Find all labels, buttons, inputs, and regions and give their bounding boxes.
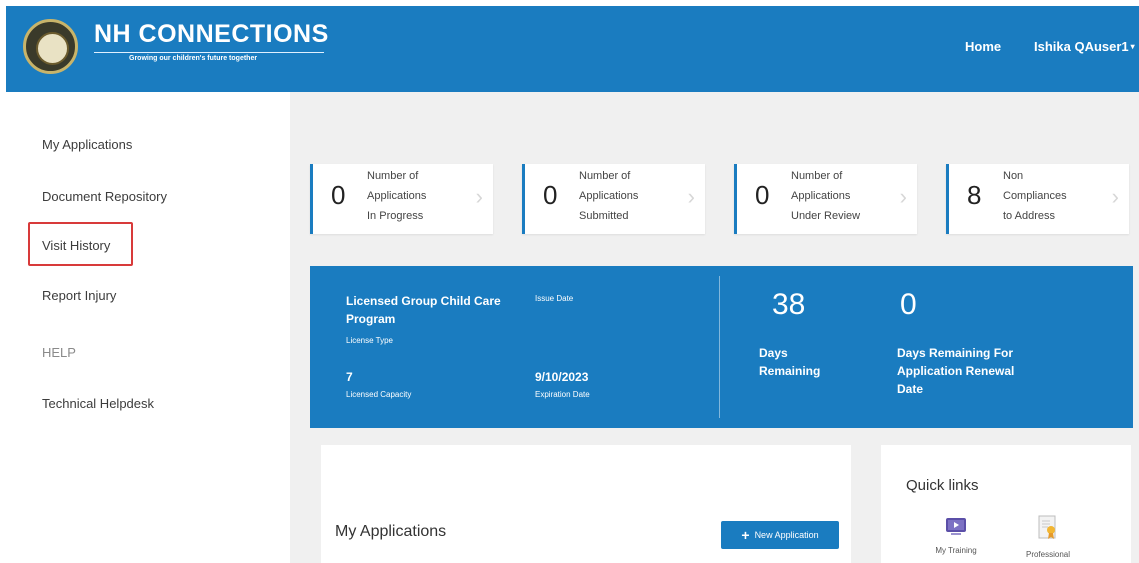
my-applications-title: My Applications xyxy=(335,523,447,540)
quick-link-label: Professional xyxy=(1025,550,1071,559)
quick-links-title: Quick links xyxy=(906,477,979,494)
chevron-down-icon: ▾ xyxy=(1130,42,1135,51)
stat-label: Number of Applications In Progress xyxy=(367,166,426,226)
stat-card-submitted[interactable]: 0 Number of Applications Submitted › xyxy=(522,164,705,234)
stat-value: 0 xyxy=(543,180,558,210)
stat-label-line: Applications xyxy=(791,190,851,202)
sidebar-item-technical-helpdesk[interactable]: Technical Helpdesk xyxy=(42,396,154,411)
chevron-right-icon: › xyxy=(899,184,907,209)
quick-link-my-training[interactable]: My Training xyxy=(921,515,991,555)
quick-links-panel: Quick links My Training Professional xyxy=(881,445,1131,563)
stat-label-line: Non xyxy=(1003,170,1024,182)
quick-link-professional[interactable]: Professional xyxy=(1013,515,1083,559)
stat-card-in-progress[interactable]: 0 Number of Applications In Progress › xyxy=(310,164,493,234)
sidebar-item-my-applications[interactable]: My Applications xyxy=(42,137,132,152)
renewal-days-label: Days Remaining For Application Renewal D… xyxy=(897,346,1015,396)
nav-home-link[interactable]: Home xyxy=(965,39,1001,54)
stat-label-line: Applications xyxy=(367,190,427,202)
user-name: Ishika QAuser1 xyxy=(1034,39,1129,54)
issue-date-label: Issue Date xyxy=(535,294,574,303)
stat-label: Number of Applications Under Review xyxy=(791,166,860,226)
stat-value: 0 xyxy=(755,180,770,210)
brand-tagline: Growing our children's future together xyxy=(129,55,258,62)
stat-label: Non Compliances to Address xyxy=(1003,166,1067,226)
sidebar-item-report-injury[interactable]: Report Injury xyxy=(42,288,116,303)
stat-card-under-review[interactable]: 0 Number of Applications Under Review › xyxy=(734,164,917,234)
stat-label-line: Applications xyxy=(579,190,639,202)
new-application-button[interactable]: + New Application xyxy=(721,521,839,549)
brand-title: NH CONNECTIONS xyxy=(94,20,329,48)
license-type-label: License Type xyxy=(346,336,393,345)
stat-value: 8 xyxy=(967,180,982,210)
my-applications-panel: My Applications + New Application xyxy=(321,445,851,563)
sidebar-section-help: HELP xyxy=(42,345,76,360)
stat-label-line: Number of xyxy=(579,170,631,182)
stat-value: 0 xyxy=(331,180,346,210)
top-header: NH CONNECTIONS Growing our children's fu… xyxy=(6,6,1139,92)
sidebar-item-visit-history[interactable]: Visit History xyxy=(42,238,110,253)
nh-seal-logo-icon[interactable] xyxy=(23,19,78,74)
user-menu[interactable]: Ishika QAuser1 ▾ xyxy=(1034,39,1135,54)
stat-label-line: Number of xyxy=(367,170,419,182)
stat-label-line: In Progress xyxy=(367,210,424,222)
brand[interactable]: NH CONNECTIONS Growing our children's fu… xyxy=(94,20,329,62)
certificate-icon xyxy=(1037,515,1059,546)
stat-label: Number of Applications Submitted xyxy=(579,166,638,226)
stat-card-non-compliances[interactable]: 8 Non Compliances to Address › xyxy=(946,164,1129,234)
stat-label-line: Under Review xyxy=(791,210,861,222)
video-training-icon xyxy=(945,515,967,542)
expiration-date-label: Expiration Date xyxy=(535,390,590,399)
chevron-right-icon: › xyxy=(1111,184,1119,209)
licensed-capacity-value: 7 xyxy=(346,370,353,384)
licensed-capacity-label: Licensed Capacity xyxy=(346,390,412,399)
sidebar-item-document-repository[interactable]: Document Repository xyxy=(42,189,167,204)
expiration-date-value: 9/10/2023 xyxy=(535,370,589,384)
license-program-name: Licensed Group Child Care Program xyxy=(346,294,501,326)
chevron-right-icon: › xyxy=(475,184,483,209)
main-content: 0 Number of Applications In Progress › 0… xyxy=(290,92,1139,563)
chevron-right-icon: › xyxy=(687,184,695,209)
brand-divider xyxy=(94,52,324,53)
stat-label-line: to Address xyxy=(1003,210,1055,222)
days-remaining-label: Days Remaining xyxy=(759,346,821,378)
new-application-label: New Application xyxy=(754,530,819,540)
license-divider xyxy=(719,276,720,418)
license-banner: Licensed Group Child Care Program Issue … xyxy=(310,266,1133,428)
stat-label-line: Compliances xyxy=(1003,190,1067,202)
renewal-days-value: 0 xyxy=(900,288,917,321)
plus-icon: + xyxy=(741,527,750,543)
quick-link-label: My Training xyxy=(935,546,977,555)
sidebar: My Applications Document Repository Visi… xyxy=(6,92,290,563)
days-remaining-value: 38 xyxy=(772,288,806,321)
stat-label-line: Number of xyxy=(791,170,843,182)
stat-label-line: Submitted xyxy=(579,210,629,222)
